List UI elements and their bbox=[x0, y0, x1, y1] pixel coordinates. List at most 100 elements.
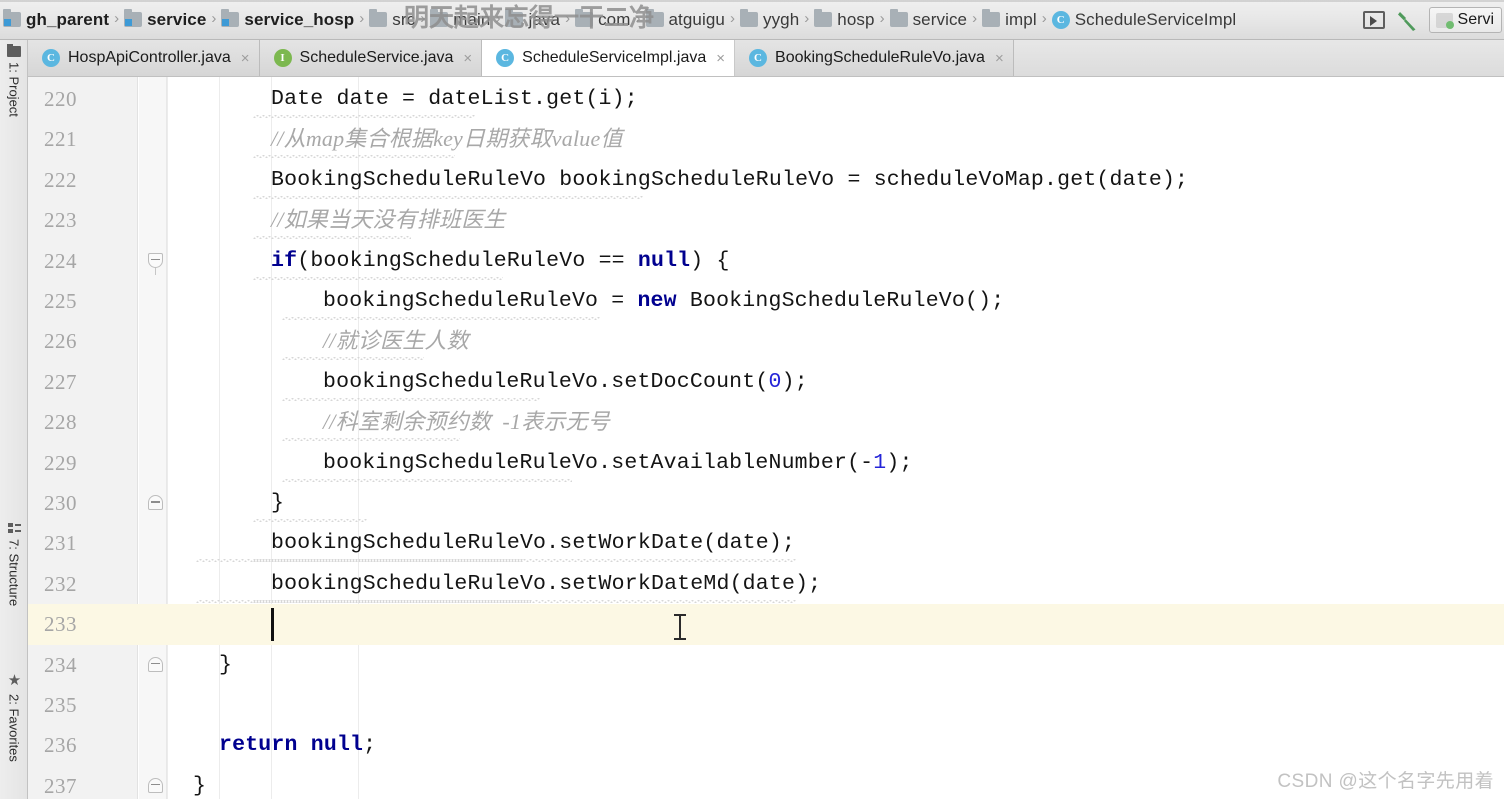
code-token: bookingScheduleRuleVo.setWorkDateMd(date… bbox=[271, 571, 822, 596]
breadcrumb-item-src[interactable]: src bbox=[366, 0, 418, 39]
breadcrumb-item-label: service_hosp bbox=[244, 9, 355, 29]
code-line[interactable]: 226 //就诊医生人数 bbox=[28, 321, 1504, 361]
code-line-text: bookingScheduleRuleVo = new BookingSched… bbox=[323, 281, 1004, 321]
breadcrumb-item-service[interactable]: service bbox=[121, 0, 209, 39]
run-window-icon[interactable] bbox=[1362, 11, 1385, 29]
line-number: 233 bbox=[44, 612, 77, 637]
code-line[interactable]: 230} bbox=[28, 483, 1504, 523]
inspection-squiggle bbox=[253, 195, 644, 199]
breadcrumb-item-scheduleserviceimpl[interactable]: C ScheduleServiceImpl bbox=[1049, 0, 1240, 39]
breadcrumb-separator: › bbox=[495, 9, 501, 27]
line-number: 224 bbox=[44, 248, 77, 273]
breadcrumb-separator: › bbox=[420, 9, 426, 27]
close-icon[interactable]: × bbox=[241, 51, 250, 66]
run-configuration-selector[interactable]: Servi bbox=[1428, 7, 1502, 33]
left-tool-window-bar: 1: Project 7: Structure ★ 2: Favorites bbox=[0, 40, 28, 799]
breadcrumb-item-label: service bbox=[147, 9, 207, 29]
code-line[interactable]: 225 bookingScheduleRuleVo = new BookingSc… bbox=[28, 281, 1504, 321]
module-folder-icon bbox=[124, 9, 143, 27]
code-fold-end-icon[interactable] bbox=[148, 495, 163, 510]
line-number: 237 bbox=[44, 773, 77, 798]
breadcrumb-item-label: gh_parent bbox=[26, 9, 110, 29]
code-line[interactable]: 227 bookingScheduleRuleVo.setDocCount(0); bbox=[28, 362, 1504, 402]
inspection-squiggle bbox=[253, 519, 368, 522]
code-fold-start-icon[interactable] bbox=[148, 252, 163, 275]
folder-icon bbox=[982, 9, 1001, 27]
mouse-ibeam-cursor bbox=[674, 614, 686, 640]
editor-tab-label: ScheduleServiceImpl.java bbox=[522, 49, 707, 66]
breadcrumb-item-service[interactable]: service bbox=[887, 0, 971, 39]
code-line[interactable]: 235 bbox=[28, 685, 1504, 725]
breadcrumb-item-service_hosp[interactable]: service_hosp bbox=[218, 0, 357, 39]
breadcrumb-separator: › bbox=[729, 9, 735, 27]
class-icon: C bbox=[42, 49, 60, 67]
code-token: } bbox=[193, 773, 207, 798]
sidebar-item-structure[interactable]: 7: Structure bbox=[0, 523, 28, 631]
code-token: bookingScheduleRuleVo.setWorkDate(date); bbox=[271, 531, 796, 556]
code-token: ); bbox=[781, 369, 808, 394]
folder-icon bbox=[814, 9, 833, 27]
code-line[interactable]: 220 Date date = dateList.get(i); bbox=[28, 79, 1504, 119]
editor-tab-scheduleservice[interactable]: I ScheduleService.java × bbox=[259, 40, 483, 76]
breadcrumb-item-hosp[interactable]: hosp bbox=[811, 0, 877, 39]
line-number: 229 bbox=[44, 450, 77, 475]
code-line[interactable]: 221 //从map集合根据key日期获取value值 bbox=[28, 119, 1504, 159]
code-line[interactable]: 224 if(bookingScheduleRuleVo == null) { bbox=[28, 241, 1504, 281]
breadcrumb-separator: › bbox=[635, 9, 641, 27]
code-line[interactable]: 223 //如果当天没有排班医生 bbox=[28, 200, 1504, 240]
keyword-token: new bbox=[637, 289, 677, 313]
breadcrumb-item-java[interactable]: java bbox=[502, 0, 563, 39]
code-line[interactable]: 233 bbox=[28, 604, 1504, 645]
module-folder-icon bbox=[3, 9, 21, 27]
editor-tab-bookingschedulerulevo[interactable]: C BookingScheduleRuleVo.java × bbox=[735, 40, 1014, 76]
editor-tab-hospapicontroller[interactable]: C HospApiController.java × bbox=[28, 40, 260, 76]
breadcrumb-item-atguigu[interactable]: atguigu bbox=[643, 0, 728, 39]
breadcrumb-item-impl[interactable]: impl bbox=[979, 0, 1040, 39]
sidebar-item-favorites[interactable]: ★ 2: Favorites bbox=[0, 671, 28, 783]
code-token: BookingScheduleRuleVo bookingScheduleRul… bbox=[271, 167, 1189, 192]
sidebar-item-project[interactable]: 1: Project bbox=[0, 44, 28, 156]
code-line[interactable]: 231 bookingScheduleRuleVo.setWorkDate(dat… bbox=[28, 523, 1504, 563]
code-fold-end-icon[interactable] bbox=[148, 656, 163, 672]
breadcrumb-item-label: hosp bbox=[837, 9, 875, 29]
close-icon[interactable]: × bbox=[463, 51, 472, 66]
code-line[interactable]: 222 BookingScheduleRuleVo bookingSchedule… bbox=[28, 160, 1504, 200]
breadcrumb-item-label: yygh bbox=[762, 9, 800, 29]
code-token: bookingScheduleRuleVo.setDocCount( bbox=[323, 369, 769, 394]
code-line[interactable]: 234} bbox=[28, 645, 1504, 685]
code-editor[interactable]: 220 Date date = dateList.get(i); 221 //从map… bbox=[28, 77, 1504, 799]
breadcrumb-item-label: service bbox=[912, 9, 968, 29]
breadcrumb-item-main[interactable]: main bbox=[427, 0, 493, 39]
number-token: 1 bbox=[873, 450, 887, 475]
breadcrumb-separator: › bbox=[114, 9, 120, 27]
breadcrumb-item-gh_parent[interactable]: gh_parent bbox=[0, 0, 112, 39]
code-line[interactable]: 232 bookingScheduleRuleVo.setWorkDateMd(d… bbox=[28, 564, 1504, 604]
comment-token: //如果当天没有排班医生 bbox=[271, 207, 506, 233]
hammer-build-icon[interactable] bbox=[1395, 8, 1419, 32]
breadcrumb-item-yygh[interactable]: yygh bbox=[737, 0, 802, 39]
interface-icon: I bbox=[273, 49, 292, 67]
breadcrumb-separator: › bbox=[879, 9, 885, 27]
breadcrumb-item-com[interactable]: com bbox=[572, 0, 633, 39]
code-line[interactable]: 228 //科室剩余预约数 -1表示无号 bbox=[28, 402, 1504, 442]
close-icon[interactable]: × bbox=[716, 51, 725, 66]
inspection-squiggle bbox=[253, 155, 456, 159]
code-line[interactable]: 236 return null; bbox=[28, 725, 1504, 765]
breadcrumb-item-label: src bbox=[392, 9, 416, 29]
breadcrumb-separator: › bbox=[1041, 9, 1047, 27]
code-fold-end-icon[interactable] bbox=[148, 777, 163, 793]
keyword-token: if bbox=[271, 248, 298, 273]
editor-tab-scheduleserviceimpl[interactable]: C ScheduleServiceImpl.java × bbox=[482, 40, 736, 76]
breadcrumb-item-label: atguigu bbox=[668, 9, 725, 29]
code-token: ) { bbox=[690, 248, 730, 273]
folder-icon bbox=[889, 9, 908, 27]
breadcrumb: gh_parent › service › service_hosp › src › main ›… bbox=[0, 0, 1240, 39]
close-icon[interactable]: × bbox=[995, 51, 1004, 66]
code-token: bookingScheduleRuleVo = bbox=[323, 289, 638, 313]
line-number: 231 bbox=[44, 531, 77, 556]
line-number: 227 bbox=[44, 369, 77, 394]
run-configuration-label: Servi bbox=[1457, 11, 1494, 28]
breadcrumb-separator: › bbox=[565, 9, 571, 27]
code-line-text: bookingScheduleRuleVo.setDocCount(0); bbox=[323, 362, 808, 402]
code-line[interactable]: 229 bookingScheduleRuleVo.setAvailableNum… bbox=[28, 443, 1504, 483]
